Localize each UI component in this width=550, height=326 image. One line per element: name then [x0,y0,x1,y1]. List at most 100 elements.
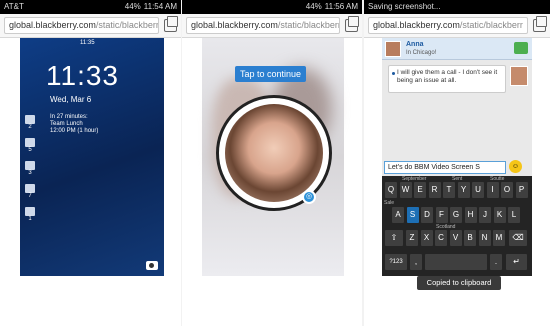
notification-count: 5 [28,147,32,153]
email-icon [25,138,35,147]
key-f[interactable]: F [435,207,448,223]
backspace-key[interactable]: ⌫ [509,230,527,246]
video-call-button[interactable] [514,42,528,54]
key-b[interactable]: B [464,230,476,246]
avatar [510,66,528,86]
key-h[interactable]: H [464,207,477,223]
key-r[interactable]: R [428,182,441,198]
video-call-screen: Tap to continue ◎ [202,38,344,276]
contact-name: Anna [406,41,424,48]
url-path: /static/blackberr [277,20,340,30]
event-line: 12:00 PM (1 hour) [50,128,99,134]
key-c[interactable]: C [435,230,447,246]
carrier-label: AT&T [4,2,24,11]
notification-calendar[interactable]: 2 [24,115,36,130]
key-v[interactable]: V [449,230,462,246]
notification-facebook[interactable]: 7 [24,184,36,199]
phone-status-bar: 11:35 [20,38,164,48]
virtual-keyboard: Q W E R T Y U I O P A S D F G H J K L Z X C V B N M ⇧ ⌫ ?123,. ↵ Septe… [382,176,532,276]
screenshot-panel-3: Saving screenshot... global.blackberry.c… [364,0,550,326]
tap-to-continue-button[interactable]: Tap to continue [235,66,307,82]
symbols-key[interactable]: ?123 [385,254,407,270]
status-time: 11:54 AM [143,2,177,11]
key-w[interactable]: W [399,182,412,198]
word-suggestion[interactable]: Soutte [490,176,504,182]
twitter-icon [25,161,35,170]
enter-key[interactable]: ↵ [506,254,527,270]
event-line: In 27 minutes: [50,114,88,120]
url-field[interactable]: global.blackberry.com/static/blackberr [186,17,340,34]
status-message: Saving screenshot... [368,2,441,11]
browser-url-bar: global.blackberry.com/static/blackberr [364,14,550,38]
key-l[interactable]: L [508,207,520,223]
status-bar: Saving screenshot... [364,0,550,14]
browser-url-bar: global.blackberry.com/static/blackberr [0,14,181,38]
url-path: /static/blackberr [459,20,523,30]
shift-key[interactable]: ⇧ [385,230,403,246]
bbm-video-icon[interactable]: ◎ [302,190,316,204]
key-t[interactable]: T [443,182,455,198]
key-x[interactable]: X [420,230,433,246]
chat-header: Anna In Chicago! [382,38,532,60]
url-field[interactable]: global.blackberry.com/static/blackberr [368,17,528,34]
camera-icon[interactable] [146,261,158,270]
tabs-icon[interactable] [164,16,178,32]
lock-clock: 11:33 [46,60,119,91]
key-y[interactable]: Y [457,182,470,198]
lock-screen: 11:35 11:33 Wed, Mar 6 In 27 minutes: Te… [20,38,164,276]
key-p[interactable]: P [515,182,528,198]
notification-count: 1 [28,216,32,222]
notification-linkedin[interactable]: 1 [24,207,36,222]
tabs-icon[interactable] [533,16,547,32]
facebook-icon [25,184,35,193]
avatar[interactable] [385,41,401,57]
notification-twitter[interactable]: 3 [24,161,36,176]
message-input[interactable]: Let's do BBM Video Screen S [384,161,506,174]
key-s[interactable]: S [406,207,419,223]
emoticon-icon[interactable]: ☺ [509,160,522,173]
screenshot-panel-2: 44% 11:56 AM global.blackberry.com/static… [182,0,362,326]
word-suggestion[interactable]: Scotland [436,224,455,230]
key-o[interactable]: O [501,182,513,198]
status-time: 11:56 AM [324,2,358,11]
linkedin-icon [25,207,35,216]
status-bar: 44% 11:56 AM [182,0,362,14]
key-a[interactable]: A [392,207,404,223]
key-z[interactable]: Z [406,230,418,246]
word-suggestion[interactable]: Sent [452,176,462,182]
space-key[interactable] [425,254,487,270]
key-q[interactable]: Q [385,182,397,198]
period-key[interactable]: . [490,254,502,270]
key-u[interactable]: U [472,182,484,198]
bbm-chat-screen: Anna In Chicago! I will give them a call… [382,38,532,276]
calendar-icon [25,115,35,124]
notification-email[interactable]: 5 [24,138,36,153]
comma-key[interactable]: , [410,254,422,270]
key-g[interactable]: G [450,207,462,223]
notification-count: 2 [28,124,32,130]
tabs-icon[interactable] [345,16,359,32]
key-i[interactable]: I [486,182,499,198]
key-m[interactable]: M [493,230,505,246]
key-n[interactable]: N [478,230,491,246]
clipboard-toast: Copied to clipboard [417,276,501,290]
event-line: Team Lunch [50,121,83,127]
battery-level: 44% [124,2,141,11]
key-k[interactable]: K [493,207,506,223]
lock-date: Wed, Mar 6 [50,95,92,104]
key-j[interactable]: J [479,207,491,223]
word-suggestion[interactable]: September [402,176,426,182]
url-domain: global.blackberry.com [9,20,96,30]
chat-message: I will give them a call - I don't see it… [388,65,506,93]
browser-url-bar: global.blackberry.com/static/blackberr [182,14,362,38]
url-domain: global.blackberry.com [191,20,278,30]
notification-count: 7 [28,193,32,199]
key-d[interactable]: D [421,207,433,223]
url-field[interactable]: global.blackberry.com/static/blackberr [4,17,159,34]
phone-status-time: 11:35 [80,40,95,46]
word-suggestion[interactable]: Sale [384,200,394,206]
url-path: /static/blackberr [95,20,159,30]
key-e[interactable]: E [414,182,426,198]
notification-count: 3 [28,170,32,176]
url-domain: global.blackberry.com [373,20,460,30]
